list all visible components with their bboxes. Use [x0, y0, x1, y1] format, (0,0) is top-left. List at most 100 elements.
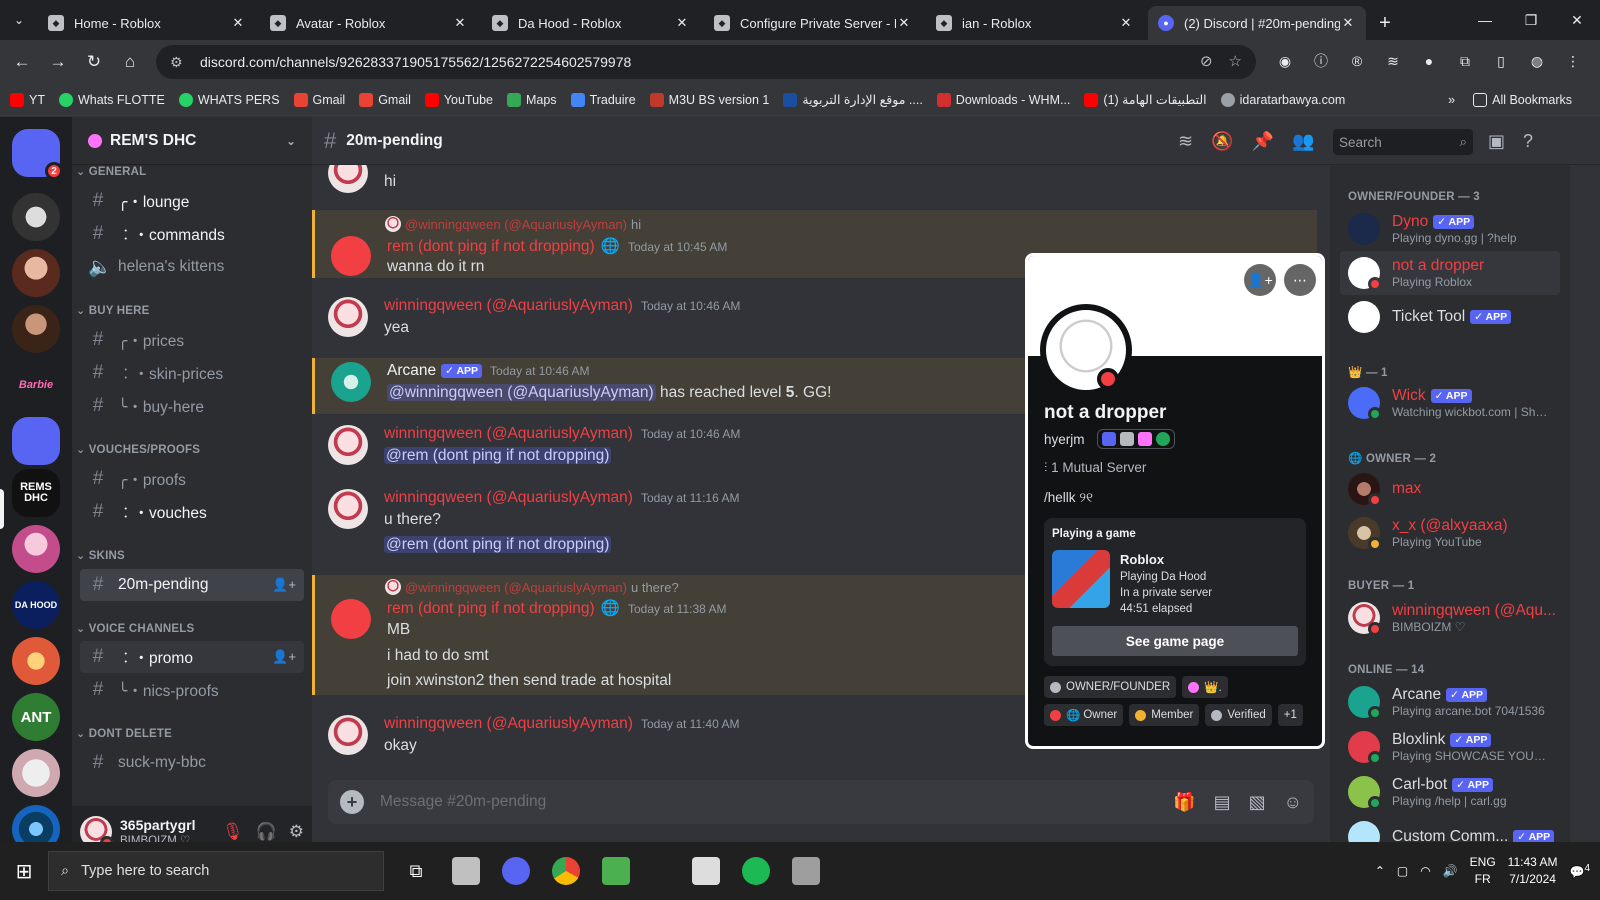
bookmark[interactable]: التطبيقات الهامة (1): [1084, 92, 1207, 107]
message-author[interactable]: winningqween (@AquariuslyAyman) Today at …: [384, 489, 739, 507]
menu-icon[interactable]: ⋮: [1560, 46, 1586, 76]
add-friend-icon[interactable]: 👤+: [1244, 264, 1276, 296]
user-mention[interactable]: @winningqween (@AquariuslyAyman): [387, 384, 656, 401]
server-header[interactable]: REM'S DHC ⌄: [72, 117, 312, 165]
server-icon[interactable]: [12, 305, 60, 353]
mic-muted-icon[interactable]: 🎙: [222, 822, 244, 842]
avatar[interactable]: [331, 236, 371, 276]
category-dont-delete[interactable]: DONT DELETE: [72, 727, 172, 740]
add-member-icon[interactable]: 👤+: [272, 577, 296, 593]
bookmark[interactable]: Traduire: [570, 92, 636, 107]
gear-icon[interactable]: ⚙: [289, 822, 304, 842]
category-voice[interactable]: VOICE CHANNELS: [72, 622, 194, 635]
browser-tab[interactable]: ◆ Home - Roblox ✕: [38, 6, 256, 40]
user-mention[interactable]: @rem (dont ping if not dropping): [384, 536, 612, 553]
member-ticket-tool[interactable]: Ticket Tool ✓ APP: [1340, 295, 1560, 339]
avatar[interactable]: [328, 489, 368, 529]
category-buy-here[interactable]: BUY HERE: [72, 304, 150, 317]
tab-search-button[interactable]: ⌄: [0, 0, 38, 40]
avatar[interactable]: [328, 297, 368, 337]
add-member-icon[interactable]: 👤+: [272, 649, 296, 665]
avatar[interactable]: [331, 362, 371, 402]
headphones-icon[interactable]: 🎧: [256, 822, 277, 842]
cookie-icon[interactable]: ●: [1416, 46, 1442, 76]
help-icon[interactable]: ?: [1523, 131, 1533, 152]
close-window-icon[interactable]: ✕: [1554, 0, 1600, 40]
game-taskbar-icon[interactable]: [602, 857, 630, 885]
category-vouches[interactable]: VOUCHES/PROOFS: [72, 443, 200, 456]
message-author[interactable]: winningqween (@AquariuslyAyman) Today at …: [384, 715, 739, 733]
close-tab-icon[interactable]: ✕: [1118, 15, 1134, 31]
channel-prices[interactable]: # ╭・prices: [80, 324, 304, 356]
device-icon[interactable]: ▢: [1397, 864, 1408, 878]
member-carl-bot[interactable]: Carl-bot ✓ APP Playing /help | carl.gg: [1340, 770, 1560, 814]
home-icon[interactable]: ⌂: [112, 44, 148, 80]
channel-helenas-kittens[interactable]: 🔈 helena's kittens: [80, 251, 304, 283]
quest-badge-icon[interactable]: [1137, 432, 1152, 446]
more-options-icon[interactable]: ⋯: [1284, 264, 1316, 296]
wifi-icon[interactable]: ◠: [1420, 864, 1430, 878]
member-not-a-dropper[interactable]: not a dropper Playing Roblox: [1340, 251, 1560, 295]
reply-preview[interactable]: @winningqween (@AquariuslyAyman) u there?: [385, 579, 679, 595]
category-general[interactable]: GENERAL: [72, 165, 146, 178]
back-icon[interactable]: ←: [4, 44, 40, 80]
chevron-up-icon[interactable]: ⌃: [1375, 864, 1385, 878]
new-tab-button[interactable]: +: [1370, 6, 1400, 40]
channel-suck-my-bbc[interactable]: # suck-my-bbc: [80, 747, 304, 779]
browser-tab[interactable]: ◆ Da Hood - Roblox ✕: [482, 6, 700, 40]
bookmark[interactable]: موقع الإدارة التربوية ....: [783, 92, 923, 107]
avatar[interactable]: [328, 425, 368, 465]
sticker-icon[interactable]: ▧: [1249, 792, 1266, 813]
channel-vouches[interactable]: # ︰・vouches: [80, 496, 304, 528]
sidebar-icon[interactable]: ▯: [1488, 46, 1514, 76]
server-icon[interactable]: [12, 749, 60, 797]
role-pill[interactable]: 🌐 Owner: [1044, 704, 1124, 726]
extension-icon[interactable]: ≋: [1380, 46, 1406, 76]
server-icon[interactable]: [12, 525, 60, 573]
discord-taskbar-icon[interactable]: [502, 857, 530, 885]
server-icon[interactable]: DA HOOD: [12, 581, 60, 629]
browser-tab[interactable]: ◆ Configure Private Server - Ro ✕: [704, 6, 922, 40]
avatar[interactable]: [328, 165, 368, 193]
category-skins[interactable]: SKINS: [72, 549, 125, 562]
bookmark[interactable]: Downloads - WHM...: [936, 92, 1070, 107]
role-pill[interactable]: OWNER/FOUNDER: [1044, 676, 1177, 698]
user-mention[interactable]: @rem (dont ping if not dropping): [384, 447, 612, 464]
bookmark[interactable]: Whats FLOTTE: [58, 92, 165, 107]
member-bloxlink[interactable]: Bloxlink✓ APPPlaying SHOWCASE YOUR SE...: [1340, 725, 1560, 769]
channel-20m-pending[interactable]: #20m-pending 👤+: [80, 569, 304, 601]
spotify-taskbar-icon[interactable]: [742, 857, 770, 885]
more-roles-button[interactable]: +1: [1277, 704, 1303, 726]
channel-commands[interactable]: # ︰・commands: [80, 218, 304, 250]
close-tab-icon[interactable]: ✕: [896, 15, 912, 31]
bookmark[interactable]: YT: [10, 92, 45, 107]
reload-icon[interactable]: ↻: [76, 44, 112, 80]
chrome-taskbar-icon[interactable]: [552, 857, 580, 885]
forward-icon[interactable]: →: [40, 44, 76, 80]
bookmark[interactable]: YouTube: [424, 92, 493, 107]
channel-promo[interactable]: # ︰・promo 👤+: [80, 641, 304, 673]
search-input[interactable]: Search ⌕: [1333, 129, 1473, 155]
boost-badge-icon[interactable]: [1119, 432, 1134, 446]
role-pill[interactable]: 👑.: [1182, 676, 1228, 698]
attach-plus-icon[interactable]: +: [340, 790, 364, 814]
see-game-page-button[interactable]: See game page: [1052, 626, 1298, 656]
role-pill[interactable]: Member: [1129, 704, 1200, 726]
close-tab-icon[interactable]: ✕: [452, 15, 468, 31]
gif-icon[interactable]: ▤: [1214, 792, 1231, 813]
channel-skin-prices[interactable]: # ︰・skin-prices: [80, 357, 304, 389]
member-list-icon[interactable]: 👥: [1292, 131, 1314, 152]
message-author[interactable]: Arcane ✓ APP Today at 10:46 AM: [387, 362, 589, 380]
avatar[interactable]: [331, 599, 371, 639]
member-winningqween[interactable]: winningqween (@Aqu... BIMBOIZM ♡: [1340, 596, 1560, 640]
server-icon[interactable]: [12, 193, 60, 241]
server-icon[interactable]: Barbie: [12, 361, 60, 409]
emoji-icon[interactable]: ☺: [1284, 792, 1302, 813]
browser-tab[interactable]: ◆ ian - Roblox ✕: [926, 6, 1144, 40]
app-icon[interactable]: [452, 857, 480, 885]
app-icon[interactable]: [792, 857, 820, 885]
task-view-icon[interactable]: ⧉: [402, 857, 430, 885]
member-x-x[interactable]: x_x (@alxyaaxa) Playing YouTube: [1340, 511, 1560, 555]
restore-icon[interactable]: ❐: [1508, 0, 1554, 40]
gift-icon[interactable]: 🎁: [1173, 792, 1195, 813]
